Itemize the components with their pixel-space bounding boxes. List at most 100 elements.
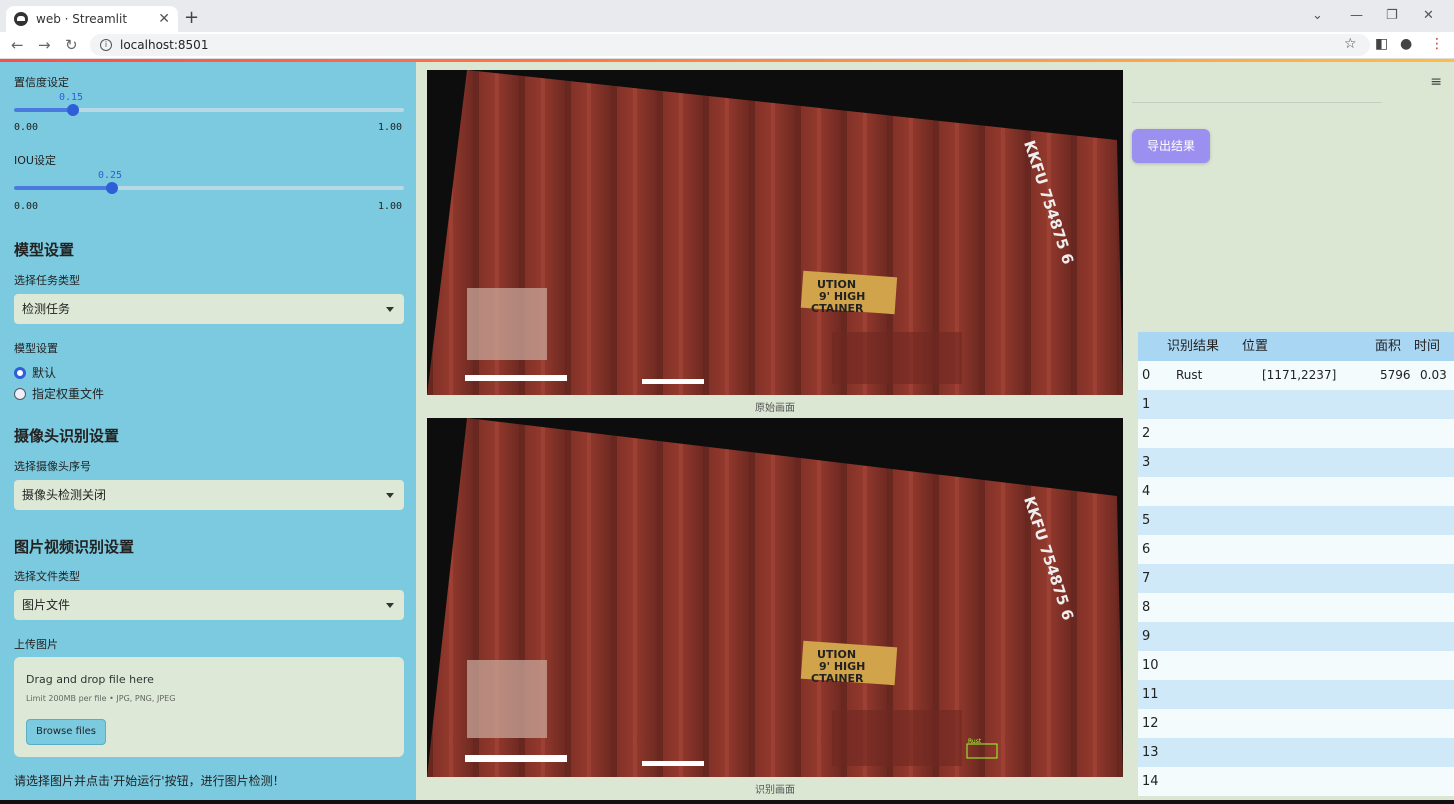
cell-position [1262,738,1372,767]
cell-time [1420,535,1454,564]
cell-position [1262,564,1372,593]
iou-value: 0.25 [98,170,123,181]
forward-icon[interactable]: → [38,36,51,54]
export-results-button[interactable]: 导出结果 [1132,129,1210,163]
confidence-label: 置信度设定 [14,76,69,89]
radio-custom-weights[interactable]: 指定权重文件 [14,385,104,402]
table-row[interactable]: 6 [1138,535,1454,564]
file-type-select[interactable]: 图片文件 [14,590,404,620]
tab-search-icon[interactable]: ⌄ [1312,8,1323,23]
result-caption: 识别画面 [755,785,795,796]
table-row[interactable]: 13 [1138,738,1454,767]
cell-area [1380,738,1412,767]
cell-area [1380,651,1412,680]
rust-patch [467,660,547,738]
browse-files-button[interactable]: Browse files [26,719,106,745]
profile-avatar-icon[interactable]: ● [1400,36,1412,52]
plate-area [832,332,962,384]
hamburger-menu-icon[interactable]: ≡ [1430,74,1442,90]
table-row[interactable]: 0 Rust [1171,2237] 5796 0.03 [1138,361,1454,390]
cell-position [1262,622,1372,651]
cell-time [1420,651,1454,680]
reload-icon[interactable]: ↻ [65,36,78,54]
tab-close-icon[interactable]: ✕ [158,11,170,27]
cell-time [1420,419,1454,448]
white-marking-left [465,755,567,762]
upload-label: 上传图片 [14,638,58,651]
table-row[interactable]: 10 [1138,651,1454,680]
table-row[interactable]: 11 [1138,680,1454,709]
confidence-slider-thumb[interactable] [66,104,79,116]
table-row[interactable]: 14 [1138,767,1454,796]
results-table[interactable]: 识别结果 位置 面积 时间 0 Rust [1171,2237] 5796 0.03 1 2… [1138,332,1454,800]
task-type-select[interactable]: 检测任务 [14,294,404,324]
white-marking-right [642,379,704,384]
browser-menu-icon[interactable]: ⋮ [1430,36,1444,52]
cell-time [1420,709,1454,738]
restore-icon[interactable]: ❐ [1386,8,1398,23]
bookmark-star-icon[interactable]: ☆ [1344,36,1357,52]
cell-result [1176,390,1236,419]
site-info-icon[interactable]: i [100,39,112,51]
url-input[interactable]: i localhost:8501 [90,34,1370,56]
radio-unselected-icon[interactable] [14,387,26,400]
table-row[interactable]: 2 [1138,419,1454,448]
cell-position [1262,593,1372,622]
row-index: 11 [1142,687,1159,702]
header-index [1142,332,1162,361]
table-row[interactable]: 12 [1138,709,1454,738]
cell-position [1262,506,1372,535]
cell-area [1380,709,1412,738]
camera-select[interactable]: 摄像头检测关闭 [14,480,404,510]
table-row[interactable]: 5 [1138,506,1454,535]
cell-time [1420,680,1454,709]
browser-tab[interactable]: web · Streamlit ✕ [6,6,178,32]
url-text: localhost:8501 [120,38,209,52]
minimize-icon[interactable]: — [1350,8,1363,23]
cell-area: 5796 [1380,368,1411,382]
header-area[interactable]: 面积 [1375,332,1411,361]
divider [1132,102,1382,103]
instruction-hint: 请选择图片并点击'开始运行'按钮，进行图片检测！ [14,774,285,788]
confidence-slider[interactable] [14,104,404,116]
table-row[interactable]: 3 [1138,448,1454,477]
back-icon[interactable]: ← [11,36,24,54]
radio-default[interactable]: 默认 [14,364,56,381]
row-index: 2 [1142,426,1151,441]
header-position[interactable]: 位置 [1242,332,1372,361]
radio-default-label: 默认 [32,366,57,380]
cell-position [1262,477,1372,506]
drop-text: Drag and drop file here [26,673,154,686]
iou-slider[interactable] [14,182,404,194]
new-tab-icon[interactable]: + [184,7,199,28]
side-panel-icon[interactable]: ◧ [1375,36,1388,52]
task-type-value: 检测任务 [22,302,71,316]
cell-position [1262,709,1372,738]
sticker-line-3: CTAINER [811,302,864,315]
cell-result [1176,535,1236,564]
original-image: UTION 9' HIGH CTAINER KKFU 754875 6 [427,70,1123,395]
streamlit-favicon-icon [14,12,28,26]
row-index: 6 [1142,542,1151,557]
table-row[interactable]: 8 [1138,593,1454,622]
iou-slider-fill [14,186,112,190]
table-row[interactable]: 9 [1138,622,1454,651]
white-marking-left [465,375,567,381]
table-row[interactable]: 1 [1138,390,1454,419]
row-index: 5 [1142,513,1151,528]
radio-selected-icon[interactable] [14,366,26,379]
table-row[interactable]: 7 [1138,564,1454,593]
row-index: 8 [1142,600,1151,615]
cell-position [1262,535,1372,564]
header-result[interactable]: 识别结果 [1167,332,1237,361]
window-close-icon[interactable]: ✕ [1423,8,1434,23]
cell-time [1420,477,1454,506]
header-time[interactable]: 时间 [1414,332,1454,361]
detection-label: Rust [968,738,982,745]
table-row[interactable]: 4 [1138,477,1454,506]
file-uploader-dropzone[interactable]: Drag and drop file here Limit 200MB per … [14,657,404,757]
iou-slider-thumb[interactable] [105,182,118,194]
row-index: 0 [1142,368,1151,383]
confidence-value: 0.15 [59,92,84,103]
cell-position [1262,390,1372,419]
